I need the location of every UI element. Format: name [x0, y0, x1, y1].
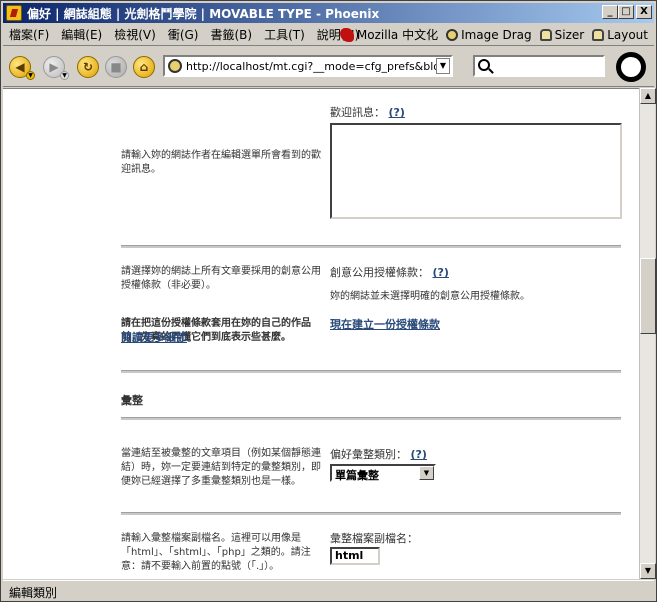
back-dropdown-icon[interactable]: ▼	[26, 70, 35, 80]
lock-icon	[539, 28, 552, 41]
magnifier-icon	[446, 28, 459, 41]
minimize-button[interactable]: _	[602, 5, 618, 19]
url-input[interactable]: http://localhost/mt.cgi?__mode=cfg_prefs…	[186, 60, 436, 73]
archive-section-title: 彙整	[121, 394, 143, 407]
license-label: 創意公用授權條款：	[330, 266, 429, 279]
read-more-link[interactable]: 閱讀更多細節	[121, 331, 187, 344]
address-bar[interactable]: http://localhost/mt.cgi?__mode=cfg_prefs…	[163, 55, 453, 77]
welcome-label: 歡迎訊息：	[330, 106, 385, 119]
welcome-textarea[interactable]	[330, 123, 622, 219]
image-drag-label: Image Drag	[461, 27, 532, 42]
page-content: 歡迎訊息： (?) 請輸入妳的網誌作者在編輯選單所會看到的歡迎訊息。 請選擇妳的…	[3, 88, 639, 579]
archive-type-help-link[interactable]: (?)	[411, 448, 427, 461]
sizer-button[interactable]: Sizer	[539, 27, 585, 42]
license-description: 請選擇妳的網誌上所有文章要採用的創意公用授權條款（非必要）。	[121, 266, 321, 291]
menu-bookmarks[interactable]: 書籤(B)	[204, 26, 258, 43]
archive-ext-label: 彙整檔案副檔名：	[330, 532, 418, 545]
archive-type-label: 偏好彙整類別：	[330, 448, 407, 461]
menu-file[interactable]: 檔案(F)	[3, 26, 55, 43]
forward-dropdown-icon[interactable]: ▼	[60, 70, 69, 80]
throbber-icon	[616, 52, 646, 82]
archive-type-select[interactable]: 單篇彙整 ▼	[330, 464, 436, 482]
layout-button[interactable]: Layout	[592, 28, 648, 42]
archive-ext-description: 請輸入彙整檔案副檔名。這裡可以用像是「html」、「shtml」、「php」之類…	[121, 533, 311, 572]
archive-type-label-row: 偏好彙整類別： (?)	[330, 448, 620, 462]
create-license-row: 現在建立一份授權條款	[330, 318, 620, 332]
search-icon	[478, 59, 490, 71]
divider	[121, 512, 621, 515]
search-box[interactable]	[473, 55, 605, 77]
reload-icon: ↻	[82, 59, 94, 74]
archive-type-selected: 單篇彙整	[335, 469, 379, 482]
image-drag-button[interactable]: Image Drag	[446, 28, 532, 42]
reload-button[interactable]: ↻	[77, 55, 99, 78]
menu-go[interactable]: 衝(G)	[162, 26, 205, 43]
window-title: 偏好 | 網誌組態 | 光劍格鬥學院 | MOVABLE TYPE - Phoe…	[27, 6, 380, 21]
license-read-more-row: 閱讀更多細節。	[121, 331, 321, 345]
license-label-row: 創意公用授權條款： (?)	[330, 266, 620, 280]
menu-view[interactable]: 檢視(V)	[108, 26, 162, 43]
vertical-scrollbar[interactable]: ▲ ▼	[639, 88, 656, 579]
archive-ext-input[interactable]: html	[330, 547, 380, 565]
menu-edit[interactable]: 編輯(E)	[55, 26, 108, 43]
close-button[interactable]: X	[636, 5, 652, 19]
stop-button[interactable]: ■	[105, 55, 127, 78]
divider	[121, 245, 621, 248]
forward-button[interactable]: ▶ ▼	[43, 55, 69, 80]
divider	[121, 370, 621, 373]
layout-label: Layout	[607, 27, 648, 42]
menu-tools[interactable]: 工具(T)	[258, 26, 311, 43]
status-text: 編輯類別	[9, 586, 58, 600]
create-license-link[interactable]: 現在建立一份授權條款	[330, 318, 440, 331]
url-dropdown-icon[interactable]: ▼	[436, 58, 450, 74]
status-bar: 編輯類別	[3, 580, 654, 600]
lock-icon	[592, 28, 605, 41]
page-icon	[168, 59, 182, 73]
home-button[interactable]: ⌂	[133, 55, 155, 78]
menu-bar: 檔案(F) 編輯(E) 檢視(V) 衝(G) 書籤(B) 工具(T) 說明(H)…	[3, 24, 654, 46]
back-button[interactable]: ◀ ▼	[9, 55, 35, 80]
stop-icon: ■	[110, 59, 122, 74]
welcome-description: 請輸入妳的網誌作者在編輯選單所會看到的歡迎訊息。	[121, 150, 321, 175]
home-icon: ⌂	[139, 59, 149, 74]
read-more-suffix: 。	[187, 331, 198, 344]
maximize-button[interactable]: □	[618, 5, 634, 19]
mozilla-zh-label: Mozilla 中文化	[356, 28, 439, 42]
license-help-link[interactable]: (?)	[433, 266, 449, 279]
chevron-down-icon[interactable]: ▼	[419, 466, 434, 480]
title-bar: 偏好 | 網誌組態 | 光劍格鬥學院 | MOVABLE TYPE - Phoe…	[3, 3, 654, 23]
dragon-icon	[339, 27, 354, 42]
phoenix-app-icon	[6, 5, 22, 21]
divider	[121, 417, 621, 420]
mozilla-zh-button[interactable]: Mozilla 中文化	[339, 26, 439, 43]
navigation-toolbar: ◀ ▼ ▶ ▼ ↻ ■ ⌂ http://localhost/mt.cgi?__…	[3, 47, 654, 87]
welcome-label-row: 歡迎訊息： (?)	[330, 106, 620, 120]
browser-window: 偏好 | 網誌組態 | 光劍格鬥學院 | MOVABLE TYPE - Phoe…	[0, 0, 657, 602]
window-controls: _ □ X	[602, 5, 652, 19]
scroll-up-icon[interactable]: ▲	[640, 88, 656, 104]
menu-extras: Mozilla 中文化 Image Drag Sizer Layout	[339, 26, 648, 43]
welcome-help-link[interactable]: (?)	[389, 106, 405, 119]
license-status: 妳的網誌並未選擇明確的創意公用授權條款。	[330, 291, 530, 302]
scroll-thumb[interactable]	[640, 258, 656, 334]
archive-type-description: 當連結至被彙整的文章項目（例如某個靜態連結）時，妳一定要連結到特定的彙整類別，即…	[121, 448, 321, 487]
scroll-down-icon[interactable]: ▼	[640, 563, 656, 579]
sizer-label: Sizer	[554, 27, 585, 42]
